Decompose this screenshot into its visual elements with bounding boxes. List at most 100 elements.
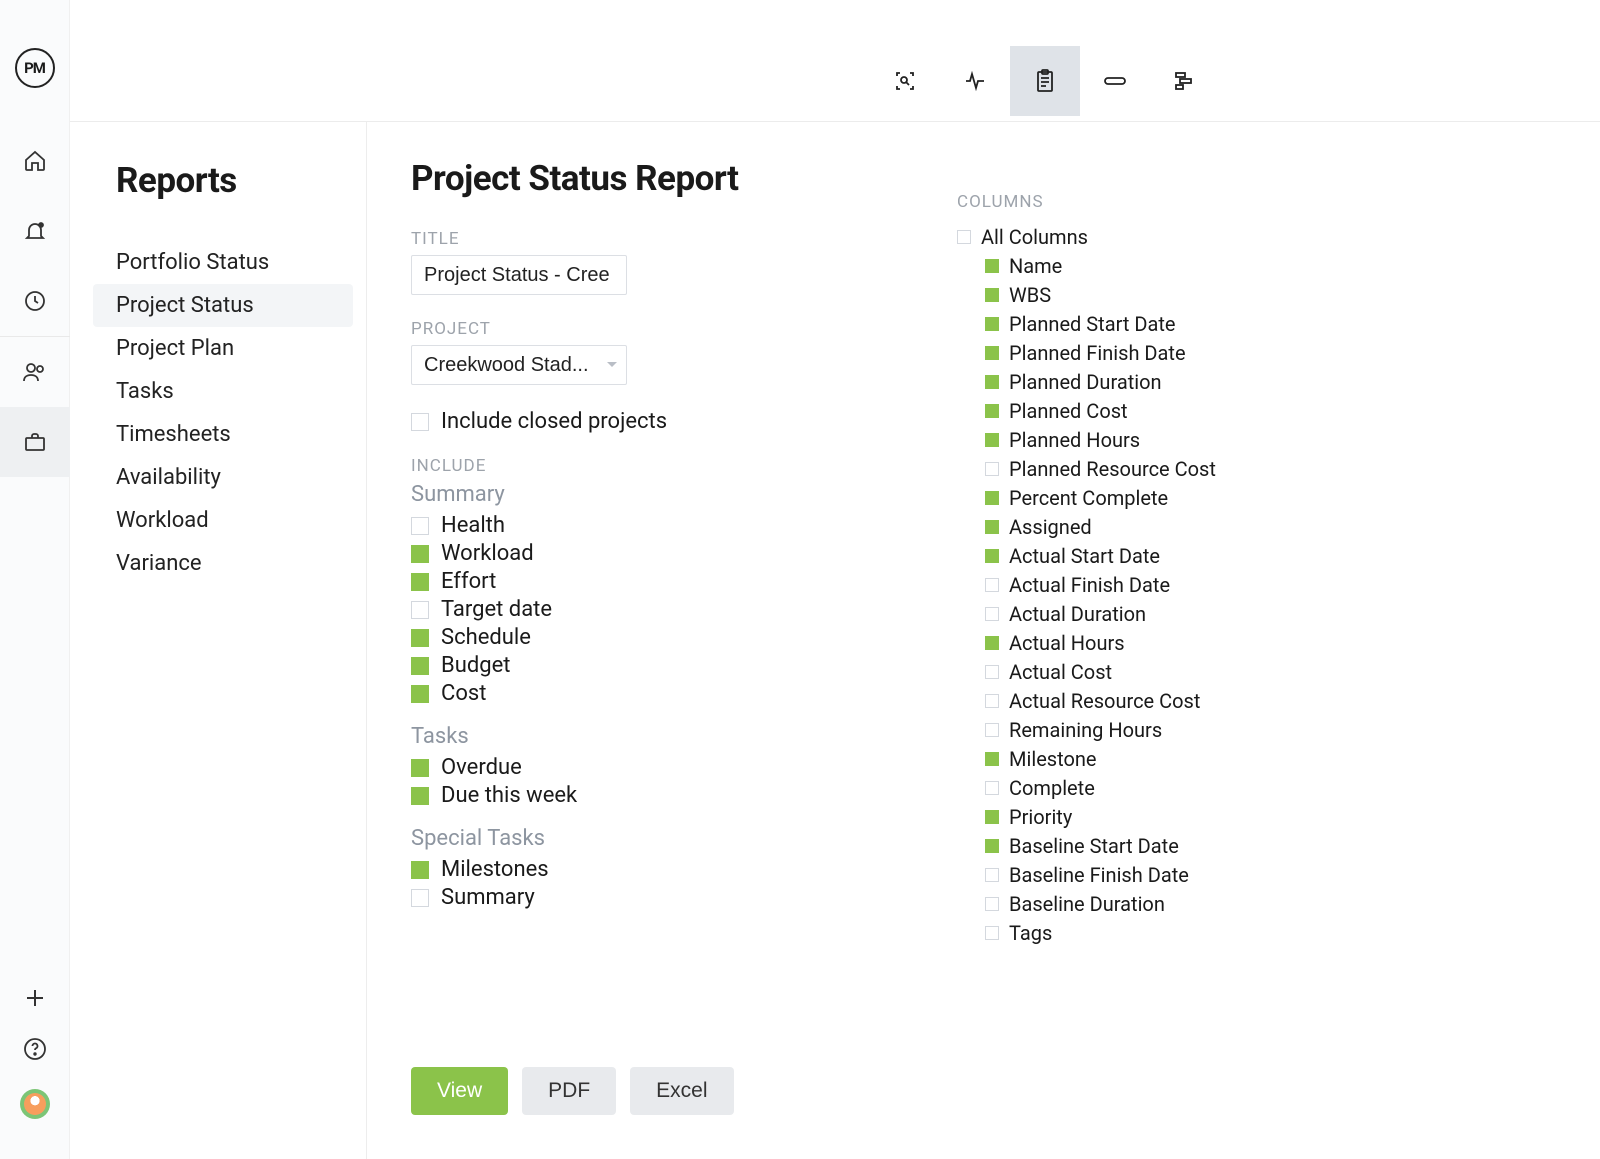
column-row-planned-hours[interactable]: Planned Hours [985,425,1411,454]
nav-work[interactable] [0,407,70,477]
checkbox[interactable] [985,723,999,737]
check-row-schedule[interactable]: Schedule [411,625,971,650]
title-input[interactable] [411,255,627,295]
sidebar-item-variance[interactable]: Variance [116,542,366,585]
checkbox[interactable] [985,752,999,766]
project-select[interactable]: Creekwood Stad... [411,345,627,385]
column-row-assigned[interactable]: Assigned [985,512,1411,541]
column-row-actual-cost[interactable]: Actual Cost [985,657,1411,686]
column-row-planned-finish-date[interactable]: Planned Finish Date [985,338,1411,367]
check-row-health[interactable]: Health [411,513,971,538]
checkbox[interactable] [985,926,999,940]
checkbox[interactable] [985,694,999,708]
check-row-target-date[interactable]: Target date [411,597,971,622]
sidebar-item-timesheets[interactable]: Timesheets [116,413,366,456]
column-row-planned-duration[interactable]: Planned Duration [985,367,1411,396]
checkbox[interactable] [985,665,999,679]
columns-scroll[interactable]: All Columns NameWBSPlanned Start DatePla… [957,222,1427,1022]
sidebar-item-availability[interactable]: Availability [116,456,366,499]
column-row-remaining-hours[interactable]: Remaining Hours [985,715,1411,744]
checkbox[interactable] [985,636,999,650]
column-row-priority[interactable]: Priority [985,802,1411,831]
check-row-summary[interactable]: Summary [411,885,971,910]
sidebar-item-workload[interactable]: Workload [116,499,366,542]
column-row-percent-complete[interactable]: Percent Complete [985,483,1411,512]
include-closed-checkbox[interactable] [411,413,429,431]
nav-recent[interactable] [0,266,70,336]
checkbox[interactable] [985,346,999,360]
check-row-workload[interactable]: Workload [411,541,971,566]
include-closed-row[interactable]: Include closed projects [411,409,971,434]
column-row-wbs[interactable]: WBS [985,280,1411,309]
checkbox[interactable] [985,810,999,824]
checkbox[interactable] [411,787,429,805]
column-row-baseline-start-date[interactable]: Baseline Start Date [985,831,1411,860]
check-row-budget[interactable]: Budget [411,653,971,678]
checkbox[interactable] [985,607,999,621]
checkbox[interactable] [985,404,999,418]
checkbox[interactable] [985,375,999,389]
column-row-milestone[interactable]: Milestone [985,744,1411,773]
checkbox[interactable] [985,781,999,795]
column-row-actual-resource-cost[interactable]: Actual Resource Cost [985,686,1411,715]
top-tab-scan[interactable] [870,46,940,116]
check-row-effort[interactable]: Effort [411,569,971,594]
pdf-button[interactable]: PDF [522,1067,616,1115]
column-row-complete[interactable]: Complete [985,773,1411,802]
nav-home[interactable] [0,126,70,196]
check-row-due-this-week[interactable]: Due this week [411,783,971,808]
check-row-milestones[interactable]: Milestones [411,857,971,882]
checkbox[interactable] [411,573,429,591]
checkbox[interactable] [985,462,999,476]
sidebar-item-project-plan[interactable]: Project Plan [116,327,366,370]
column-row-planned-start-date[interactable]: Planned Start Date [985,309,1411,338]
sidebar-item-tasks[interactable]: Tasks [116,370,366,413]
checkbox[interactable] [985,578,999,592]
nav-notifications[interactable] [0,196,70,266]
column-row-tags[interactable]: Tags [985,918,1411,947]
checkbox[interactable] [985,868,999,882]
top-tab-reports[interactable] [1010,46,1080,116]
checkbox[interactable] [411,545,429,563]
checkbox[interactable] [985,259,999,273]
checkbox[interactable] [985,288,999,302]
column-row-baseline-duration[interactable]: Baseline Duration [985,889,1411,918]
check-row-overdue[interactable]: Overdue [411,755,971,780]
checkbox[interactable] [985,433,999,447]
column-row-actual-duration[interactable]: Actual Duration [985,599,1411,628]
add-button[interactable] [24,987,46,1009]
sidebar-item-project-status[interactable]: Project Status [93,284,353,327]
checkbox[interactable] [411,685,429,703]
column-row-baseline-finish-date[interactable]: Baseline Finish Date [985,860,1411,889]
checkbox[interactable] [411,629,429,647]
help-button[interactable] [23,1037,47,1061]
check-row-cost[interactable]: Cost [411,681,971,706]
column-row-planned-resource-cost[interactable]: Planned Resource Cost [985,454,1411,483]
view-button[interactable]: View [411,1067,508,1115]
checkbox[interactable] [985,520,999,534]
column-row-actual-hours[interactable]: Actual Hours [985,628,1411,657]
checkbox[interactable] [411,657,429,675]
checkbox[interactable] [411,889,429,907]
nav-people[interactable] [0,337,70,407]
checkbox[interactable] [411,759,429,777]
top-tab-link[interactable] [1080,46,1150,116]
column-row-name[interactable]: Name [985,251,1411,280]
all-columns-checkbox[interactable] [957,230,971,244]
checkbox[interactable] [985,549,999,563]
user-avatar[interactable] [20,1089,50,1119]
checkbox[interactable] [985,491,999,505]
column-row-actual-start-date[interactable]: Actual Start Date [985,541,1411,570]
checkbox[interactable] [411,517,429,535]
sidebar-item-portfolio-status[interactable]: Portfolio Status [116,241,366,284]
checkbox[interactable] [985,317,999,331]
all-columns-row[interactable]: All Columns [957,222,1411,251]
checkbox[interactable] [411,601,429,619]
column-row-actual-finish-date[interactable]: Actual Finish Date [985,570,1411,599]
top-tab-pulse[interactable] [940,46,1010,116]
top-tab-roadmap[interactable] [1150,46,1220,116]
excel-button[interactable]: Excel [630,1067,733,1115]
checkbox[interactable] [985,839,999,853]
checkbox[interactable] [985,897,999,911]
checkbox[interactable] [411,861,429,879]
